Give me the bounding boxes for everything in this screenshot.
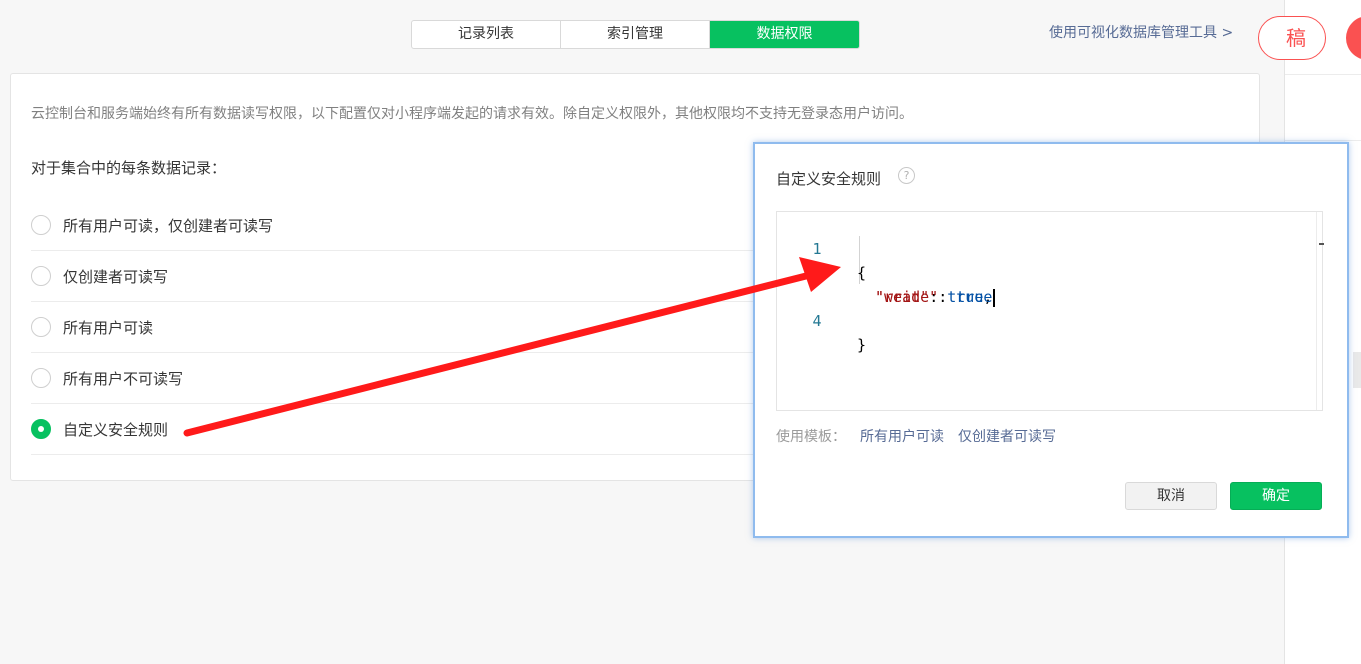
template-creator-read-write-link[interactable]: 仅创建者可读写 [958, 429, 1056, 445]
code-line-4: 4 } [777, 285, 866, 354]
cancel-button[interactable]: 取消 [1125, 482, 1217, 510]
text-cursor [993, 288, 996, 307]
code-key-write: "write" [875, 288, 939, 306]
tab-records[interactable]: 记录列表 [412, 21, 561, 48]
option-label: 所有用户不可读写 [63, 369, 184, 388]
radio-button[interactable] [31, 368, 51, 388]
permissions-subtitle: 对于集合中的每条数据记录： [31, 159, 227, 177]
editor-scrollbar[interactable] [1316, 212, 1322, 410]
template-row: 使用模板： 所有用户可读 仅创建者可读写 [776, 426, 1056, 446]
radio-button-checked[interactable] [31, 419, 51, 439]
custom-rules-dialog: 自定义安全规则 ? 1 { 2 "read": true, "write": t… [753, 142, 1349, 538]
template-label: 使用模板： [776, 429, 846, 445]
code-token: : [938, 288, 957, 306]
code-line-1: 1 { [777, 213, 866, 282]
scrollbar-marker [1319, 243, 1324, 245]
radio-button[interactable] [31, 215, 51, 235]
option-custom-rules[interactable]: 自定义安全规则 [31, 404, 811, 455]
permission-options: 所有用户可读，仅创建者可读写 仅创建者可读写 所有用户可读 所有用户不可读写 自… [31, 200, 811, 455]
option-no-access[interactable]: 所有用户不可读写 [31, 353, 811, 404]
code-token: { [857, 264, 867, 282]
code-value-write: true [956, 288, 993, 306]
question-icon[interactable]: ? [898, 167, 915, 184]
code-line-3: "write": true [777, 261, 996, 307]
confirm-button[interactable]: 确定 [1230, 482, 1322, 510]
code-editor[interactable]: 1 { 2 "read": true, "write": true 4 } [776, 211, 1324, 411]
option-label: 自定义安全规则 [63, 420, 169, 439]
radio-button[interactable] [31, 266, 51, 286]
option-label: 所有用户可读 [63, 318, 154, 337]
option-all-read[interactable]: 所有用户可读 [31, 302, 811, 353]
code-line-2: 2 "read": true, [777, 237, 992, 306]
tab-permissions[interactable]: 数据权限 [710, 21, 859, 48]
dialog-title: 自定义安全规则 [776, 170, 882, 188]
code-text: { [857, 261, 866, 285]
option-label: 仅创建者可读写 [63, 267, 169, 286]
tab-indexes[interactable]: 索引管理 [561, 21, 710, 48]
permissions-notice: 云控制台和服务端始终有所有数据读写权限，以下配置仅对小程序端发起的请求有效。除自… [31, 106, 913, 122]
visual-db-tool-link[interactable]: 使用可视化数据库管理工具 > [1049, 22, 1233, 42]
divider [1285, 74, 1361, 75]
divider [1285, 140, 1361, 141]
option-all-read-creator-write[interactable]: 所有用户可读，仅创建者可读写 [31, 200, 811, 251]
option-creator-read-write[interactable]: 仅创建者可读写 [31, 251, 811, 302]
code-text: "write": true [875, 285, 996, 309]
code-text: } [857, 333, 866, 357]
segmented-tabs: 记录列表 索引管理 数据权限 [411, 20, 860, 49]
code-token: } [857, 336, 867, 354]
line-number: 4 [812, 312, 822, 330]
side-scroll-indicator [1353, 352, 1361, 388]
option-label: 所有用户可读，仅创建者可读写 [63, 216, 274, 235]
draft-button-label: 稿 [1286, 26, 1306, 50]
radio-button[interactable] [31, 317, 51, 337]
template-all-read-link[interactable]: 所有用户可读 [860, 429, 944, 445]
draft-button[interactable]: 稿 [1258, 16, 1326, 60]
